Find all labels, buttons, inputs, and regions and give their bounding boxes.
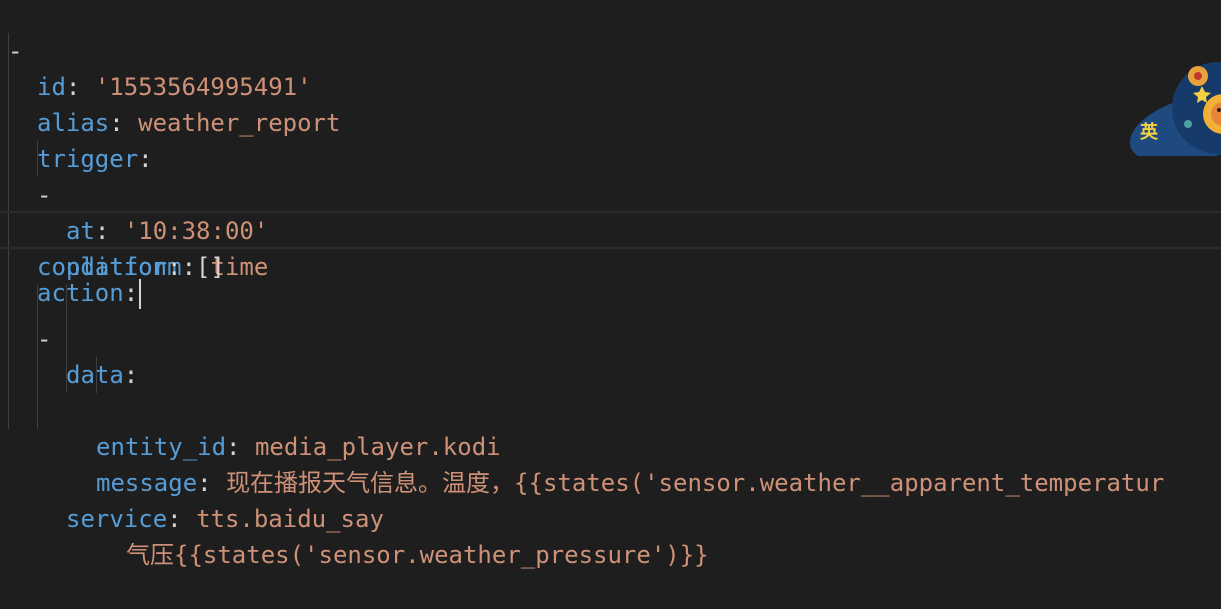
indent-guide xyxy=(8,69,9,105)
code-line[interactable]: - id: '1553564995491' xyxy=(0,0,1221,101)
indent-guide xyxy=(37,393,38,429)
indent-guide xyxy=(8,357,9,393)
yaml-colon: : xyxy=(167,505,197,533)
yaml-value: media_player.kodi xyxy=(254,433,501,461)
yaml-value: 气压{{states('sensor.weather_pressure')}} xyxy=(126,541,709,569)
code-line[interactable]: condition: [] xyxy=(0,177,1221,281)
code-line[interactable]: platform: time xyxy=(0,141,1221,281)
indent-guide xyxy=(8,285,9,321)
yaml-key: service xyxy=(66,505,168,533)
code-editor[interactable]: - id: '1553564995491' alias: weather_rep… xyxy=(0,0,1221,569)
indent-guide xyxy=(66,321,67,357)
indent-guide xyxy=(66,357,67,393)
code-line[interactable]: alias: weather_report xyxy=(0,33,1221,137)
code-line-current[interactable]: action: xyxy=(0,211,1221,309)
indent-guide xyxy=(8,213,9,247)
code-line[interactable]: 气压{{states('sensor.weather_pressure')}} xyxy=(0,357,1221,569)
yaml-value: tts.baidu_say xyxy=(196,505,384,533)
code-line[interactable]: - at: '10:38:00' xyxy=(0,105,1221,245)
indent-guide xyxy=(37,285,38,321)
code-line[interactable]: - data: xyxy=(0,249,1221,389)
ime-floating-badge[interactable]: 英 xyxy=(1128,46,1221,164)
yaml-colon: : xyxy=(226,433,255,461)
ime-badge-label: 英 xyxy=(1140,122,1158,143)
indent-guide xyxy=(8,141,9,177)
yaml-colon: : xyxy=(197,469,227,497)
yaml-key: entity_id xyxy=(96,433,227,461)
indent-guide xyxy=(37,321,38,357)
yaml-value: 现在播报天气信息。温度，{{states('sensor.weather__ap… xyxy=(226,469,1165,497)
code-line[interactable]: entity_id: media_player.kodi xyxy=(0,285,1221,461)
indent-guide xyxy=(8,393,9,429)
indent-guide xyxy=(8,33,9,69)
indent-guide xyxy=(8,177,9,213)
indent-guide xyxy=(66,285,67,321)
indent-guide xyxy=(37,357,38,393)
indent-guide xyxy=(8,321,9,357)
yaml-key: message xyxy=(96,469,198,497)
indent-guide xyxy=(37,141,38,177)
code-line[interactable]: message: 现在播报天气信息。温度，{{states('sensor.we… xyxy=(0,321,1221,497)
indent-guide xyxy=(96,357,97,393)
indent-guide xyxy=(8,249,9,285)
code-line[interactable]: service: tts.baidu_say xyxy=(0,393,1221,533)
indent-guide xyxy=(8,105,9,141)
code-line[interactable]: trigger: xyxy=(0,69,1221,173)
